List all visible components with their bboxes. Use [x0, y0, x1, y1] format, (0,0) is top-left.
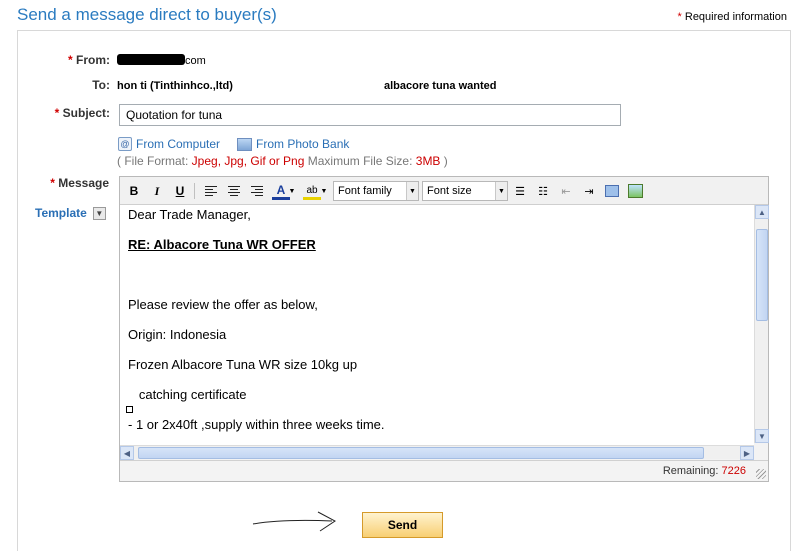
resize-grip-icon[interactable] — [756, 469, 766, 479]
max-size-value: 3MB — [415, 154, 441, 168]
message-greeting: Dear Trade Manager, — [128, 207, 251, 222]
chevron-down-icon: ▼ — [406, 182, 418, 200]
outdent-button[interactable]: ⇤ — [557, 183, 575, 199]
font-size-value: Font size — [427, 185, 472, 197]
scroll-up-icon[interactable]: ▲ — [755, 205, 769, 219]
send-button[interactable]: Send — [362, 512, 443, 538]
align-right-icon — [251, 186, 263, 196]
message-line: Frozen Albacore Tuna WR size 10kg up — [128, 357, 358, 372]
hand-drawn-arrow-icon — [252, 511, 336, 532]
max-size-label: Maximum File Size: — [304, 154, 416, 168]
from-value: com — [117, 54, 206, 67]
attach-from-computer-link[interactable]: @ From Computer — [118, 137, 220, 151]
from-label-text: From: — [76, 53, 110, 67]
italic-button[interactable]: I — [148, 183, 166, 199]
required-info: * Required information — [678, 11, 787, 23]
underline-button[interactable]: U — [171, 183, 189, 199]
outdent-icon: ⇤ — [561, 185, 571, 198]
highlight-button[interactable]: ab — [303, 183, 321, 200]
resize-handle-icon[interactable] — [126, 406, 133, 413]
required-info-label: Required information — [684, 11, 787, 23]
insert-image-button[interactable] — [603, 183, 621, 199]
align-center-icon — [228, 186, 240, 196]
to-subject-reference: albacore tuna wanted — [384, 80, 497, 92]
message-re-line: RE: Albacore Tuna WR OFFER — [128, 237, 316, 252]
file-format-hint: ( File Format: Jpeg, Jpg, Gif or Png Max… — [117, 154, 448, 168]
remaining-counter: Remaining: 7226 — [663, 465, 746, 477]
photo-icon — [627, 184, 643, 198]
chevron-down-icon[interactable]: ▼ — [320, 183, 328, 199]
remaining-label: Remaining: — [662, 465, 719, 477]
scroll-right-icon[interactable]: ▶ — [740, 446, 754, 460]
message-line: Origin: Indonesia — [128, 327, 227, 342]
message-body[interactable]: Dear Trade Manager, RE: Albacore Tuna WR… — [120, 205, 754, 447]
insert-photo-button[interactable] — [626, 183, 644, 199]
rich-text-editor: B I U A ▼ ab ▼ Font family ▼ Font size ▼… — [119, 176, 769, 482]
paperclip-icon: @ — [118, 137, 132, 151]
bullet-list-icon: ☰ — [515, 185, 525, 198]
toolbar-divider — [194, 183, 195, 199]
align-right-button[interactable] — [248, 183, 266, 199]
vertical-scrollbar[interactable]: ▲ ▼ — [754, 205, 769, 443]
chevron-down-icon[interactable]: ▼ — [92, 206, 106, 220]
required-star: * — [50, 176, 55, 190]
from-label: * From: — [40, 53, 110, 67]
message-line: catching certificate — [128, 387, 247, 402]
to-value: hon ti (Tinthinhco.,ltd) — [117, 80, 233, 92]
file-format-suffix: ) — [440, 154, 448, 168]
template-dropdown[interactable]: Template ▼ — [35, 206, 106, 220]
subject-label: * Subject: — [20, 106, 110, 120]
remaining-count: 7226 — [721, 465, 746, 477]
photo-bank-icon — [237, 137, 252, 151]
horizontal-scrollbar[interactable]: ◀ ▶ — [120, 445, 754, 460]
redacted-email — [117, 54, 185, 65]
font-family-select[interactable]: Font family ▼ — [333, 181, 419, 201]
vertical-scroll-thumb[interactable] — [756, 229, 768, 321]
scroll-left-icon[interactable]: ◀ — [120, 446, 134, 460]
image-icon — [605, 185, 619, 197]
subject-label-text: Subject: — [62, 106, 110, 120]
message-line: Please review the offer as below, — [128, 297, 318, 312]
align-center-button[interactable] — [225, 183, 243, 199]
attach-from-photo-bank-label: From Photo Bank — [256, 137, 350, 151]
align-left-icon — [205, 186, 217, 196]
font-family-value: Font family — [338, 185, 392, 197]
template-label: Template — [35, 206, 87, 220]
message-label: * Message — [20, 176, 109, 190]
attach-from-computer-label: From Computer — [136, 137, 221, 151]
font-size-select[interactable]: Font size ▼ — [422, 181, 508, 201]
from-value-suffix: com — [185, 55, 206, 67]
indent-button[interactable]: ⇥ — [580, 183, 598, 199]
scroll-down-icon[interactable]: ▼ — [755, 429, 769, 443]
numbered-list-button[interactable]: ☷ — [534, 183, 552, 199]
file-format-prefix: ( File Format: — [117, 154, 192, 168]
message-line: - 1 or 2x40ft ,supply within three weeks… — [128, 417, 385, 432]
align-left-button[interactable] — [202, 183, 220, 199]
editor-status-bar: Remaining: 7226 — [120, 460, 768, 481]
bold-button[interactable]: B — [125, 183, 143, 199]
required-star: * — [54, 106, 60, 120]
to-label: To: — [92, 78, 110, 92]
attach-from-photo-bank-link[interactable]: From Photo Bank — [237, 137, 349, 151]
chevron-down-icon[interactable]: ▼ — [288, 183, 296, 199]
message-label-text: Message — [58, 176, 109, 190]
subject-input[interactable] — [119, 104, 621, 126]
numbered-list-icon: ☷ — [538, 185, 548, 198]
required-star: * — [677, 11, 682, 23]
page-title: Send a message direct to buyer(s) — [17, 5, 277, 24]
chevron-down-icon: ▼ — [495, 182, 507, 200]
indent-icon: ⇥ — [584, 185, 594, 198]
editor-toolbar: B I U A ▼ ab ▼ Font family ▼ Font size ▼… — [120, 177, 768, 205]
required-star: * — [67, 53, 73, 67]
file-format-list: Jpeg, Jpg, Gif or Png — [191, 154, 305, 168]
horizontal-scroll-thumb[interactable] — [138, 447, 704, 459]
bullet-list-button[interactable]: ☰ — [511, 183, 529, 199]
